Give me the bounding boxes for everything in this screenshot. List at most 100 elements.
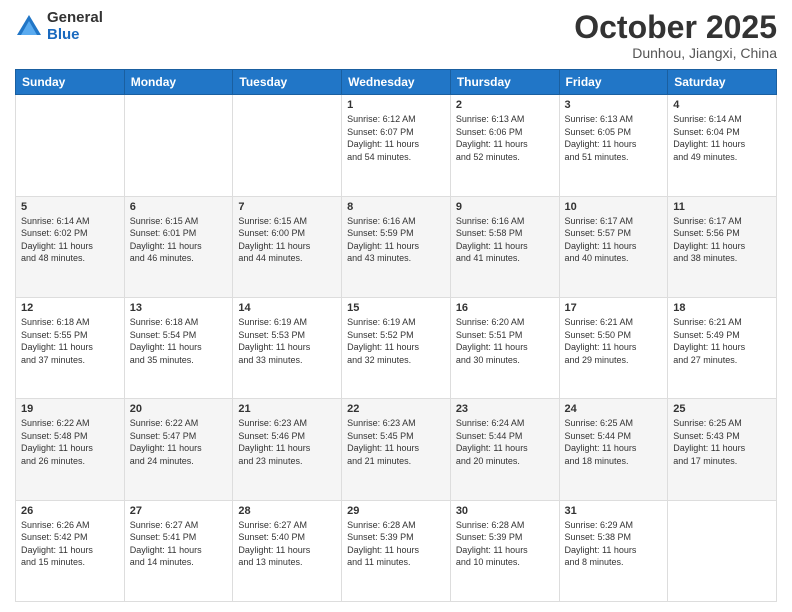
- month-title: October 2025: [574, 10, 777, 45]
- day-header-monday: Monday: [124, 70, 233, 95]
- day-number: 14: [238, 302, 336, 314]
- logo-text: General Blue: [47, 10, 103, 43]
- calendar-cell: 13 Sunrise: 6:18 AM Sunset: 5:54 PM Dayli…: [124, 297, 233, 398]
- day-number: 21: [238, 403, 336, 415]
- day-header-thursday: Thursday: [450, 70, 559, 95]
- day-header-friday: Friday: [559, 70, 668, 95]
- cell-content: Sunrise: 6:19 AM Sunset: 5:53 PM Dayligh…: [238, 316, 336, 366]
- day-header-tuesday: Tuesday: [233, 70, 342, 95]
- day-number: 16: [456, 302, 554, 314]
- calendar-cell: 8 Sunrise: 6:16 AM Sunset: 5:59 PM Daylig…: [342, 196, 451, 297]
- day-number: 18: [673, 302, 771, 314]
- calendar-table: SundayMondayTuesdayWednesdayThursdayFrid…: [15, 69, 777, 602]
- cell-content: Sunrise: 6:17 AM Sunset: 5:57 PM Dayligh…: [565, 215, 663, 265]
- day-number: 17: [565, 302, 663, 314]
- calendar-cell: 23 Sunrise: 6:24 AM Sunset: 5:44 PM Dayli…: [450, 399, 559, 500]
- calendar-cell: 30Sunrise: 6:28 AM Sunset: 5:39 PM Dayli…: [450, 500, 559, 601]
- cell-content: Sunrise: 6:13 AM Sunset: 6:05 PM Dayligh…: [565, 113, 663, 163]
- calendar-cell: [668, 500, 777, 601]
- calendar-cell: 3Sunrise: 6:13 AM Sunset: 6:05 PM Daylig…: [559, 95, 668, 196]
- calendar-cell: 27Sunrise: 6:27 AM Sunset: 5:41 PM Dayli…: [124, 500, 233, 601]
- calendar-cell: 17Sunrise: 6:21 AM Sunset: 5:50 PM Dayli…: [559, 297, 668, 398]
- day-number: 24: [565, 403, 663, 415]
- week-row-4: 19 Sunrise: 6:22 AM Sunset: 5:48 PM Dayli…: [16, 399, 777, 500]
- calendar-cell: 22 Sunrise: 6:23 AM Sunset: 5:45 PM Dayli…: [342, 399, 451, 500]
- day-number: 1: [347, 99, 445, 111]
- calendar-cell: 6Sunrise: 6:15 AM Sunset: 6:01 PM Daylig…: [124, 196, 233, 297]
- day-number: 15: [347, 302, 445, 314]
- calendar-cell: 28Sunrise: 6:27 AM Sunset: 5:40 PM Dayli…: [233, 500, 342, 601]
- day-header-wednesday: Wednesday: [342, 70, 451, 95]
- calendar-cell: 7 Sunrise: 6:15 AM Sunset: 6:00 PM Daylig…: [233, 196, 342, 297]
- cell-content: Sunrise: 6:25 AM Sunset: 5:43 PM Dayligh…: [673, 417, 771, 467]
- cell-content: Sunrise: 6:18 AM Sunset: 5:54 PM Dayligh…: [130, 316, 228, 366]
- calendar-cell: 18 Sunrise: 6:21 AM Sunset: 5:49 PM Dayli…: [668, 297, 777, 398]
- calendar-cell: 26Sunrise: 6:26 AM Sunset: 5:42 PM Dayli…: [16, 500, 125, 601]
- cell-content: Sunrise: 6:20 AM Sunset: 5:51 PM Dayligh…: [456, 316, 554, 366]
- cell-content: Sunrise: 6:24 AM Sunset: 5:44 PM Dayligh…: [456, 417, 554, 467]
- page: General Blue October 2025 Dunhou, Jiangx…: [0, 0, 792, 612]
- calendar-cell: 5Sunrise: 6:14 AM Sunset: 6:02 PM Daylig…: [16, 196, 125, 297]
- cell-content: Sunrise: 6:16 AM Sunset: 5:59 PM Dayligh…: [347, 215, 445, 265]
- day-number: 9: [456, 201, 554, 213]
- calendar-cell: 12 Sunrise: 6:18 AM Sunset: 5:55 PM Dayli…: [16, 297, 125, 398]
- cell-content: Sunrise: 6:16 AM Sunset: 5:58 PM Dayligh…: [456, 215, 554, 265]
- cell-content: Sunrise: 6:15 AM Sunset: 6:01 PM Dayligh…: [130, 215, 228, 265]
- calendar-cell: [233, 95, 342, 196]
- calendar-cell: 11 Sunrise: 6:17 AM Sunset: 5:56 PM Dayli…: [668, 196, 777, 297]
- calendar-cell: [124, 95, 233, 196]
- day-number: 8: [347, 201, 445, 213]
- location-subtitle: Dunhou, Jiangxi, China: [574, 45, 777, 61]
- cell-content: Sunrise: 6:28 AM Sunset: 5:39 PM Dayligh…: [347, 519, 445, 569]
- week-row-3: 12 Sunrise: 6:18 AM Sunset: 5:55 PM Dayli…: [16, 297, 777, 398]
- calendar-cell: 16 Sunrise: 6:20 AM Sunset: 5:51 PM Dayli…: [450, 297, 559, 398]
- week-row-5: 26Sunrise: 6:26 AM Sunset: 5:42 PM Dayli…: [16, 500, 777, 601]
- calendar-cell: 21 Sunrise: 6:23 AM Sunset: 5:46 PM Dayli…: [233, 399, 342, 500]
- day-number: 26: [21, 505, 119, 517]
- cell-content: Sunrise: 6:15 AM Sunset: 6:00 PM Dayligh…: [238, 215, 336, 265]
- calendar-cell: [16, 95, 125, 196]
- day-number: 12: [21, 302, 119, 314]
- calendar-cell: 2 Sunrise: 6:13 AM Sunset: 6:06 PM Daylig…: [450, 95, 559, 196]
- cell-content: Sunrise: 6:13 AM Sunset: 6:06 PM Dayligh…: [456, 113, 554, 163]
- calendar-cell: 25Sunrise: 6:25 AM Sunset: 5:43 PM Dayli…: [668, 399, 777, 500]
- day-number: 11: [673, 201, 771, 213]
- day-header-sunday: Sunday: [16, 70, 125, 95]
- day-number: 22: [347, 403, 445, 415]
- header: General Blue October 2025 Dunhou, Jiangx…: [15, 10, 777, 61]
- days-header-row: SundayMondayTuesdayWednesdayThursdayFrid…: [16, 70, 777, 95]
- day-number: 19: [21, 403, 119, 415]
- cell-content: Sunrise: 6:14 AM Sunset: 6:04 PM Dayligh…: [673, 113, 771, 163]
- cell-content: Sunrise: 6:19 AM Sunset: 5:52 PM Dayligh…: [347, 316, 445, 366]
- logo-general: General: [47, 10, 103, 27]
- title-block: October 2025 Dunhou, Jiangxi, China: [574, 10, 777, 61]
- cell-content: Sunrise: 6:22 AM Sunset: 5:48 PM Dayligh…: [21, 417, 119, 467]
- day-number: 23: [456, 403, 554, 415]
- cell-content: Sunrise: 6:21 AM Sunset: 5:49 PM Dayligh…: [673, 316, 771, 366]
- day-number: 13: [130, 302, 228, 314]
- day-number: 7: [238, 201, 336, 213]
- calendar-cell: 19 Sunrise: 6:22 AM Sunset: 5:48 PM Dayli…: [16, 399, 125, 500]
- cell-content: Sunrise: 6:18 AM Sunset: 5:55 PM Dayligh…: [21, 316, 119, 366]
- logo-blue-text: Blue: [47, 27, 103, 44]
- cell-content: Sunrise: 6:28 AM Sunset: 5:39 PM Dayligh…: [456, 519, 554, 569]
- day-number: 28: [238, 505, 336, 517]
- cell-content: Sunrise: 6:23 AM Sunset: 5:45 PM Dayligh…: [347, 417, 445, 467]
- calendar-cell: 20Sunrise: 6:22 AM Sunset: 5:47 PM Dayli…: [124, 399, 233, 500]
- calendar-cell: 9 Sunrise: 6:16 AM Sunset: 5:58 PM Daylig…: [450, 196, 559, 297]
- day-number: 2: [456, 99, 554, 111]
- day-number: 29: [347, 505, 445, 517]
- calendar-cell: 24Sunrise: 6:25 AM Sunset: 5:44 PM Dayli…: [559, 399, 668, 500]
- week-row-2: 5Sunrise: 6:14 AM Sunset: 6:02 PM Daylig…: [16, 196, 777, 297]
- cell-content: Sunrise: 6:23 AM Sunset: 5:46 PM Dayligh…: [238, 417, 336, 467]
- cell-content: Sunrise: 6:29 AM Sunset: 5:38 PM Dayligh…: [565, 519, 663, 569]
- calendar-cell: 4 Sunrise: 6:14 AM Sunset: 6:04 PM Daylig…: [668, 95, 777, 196]
- cell-content: Sunrise: 6:17 AM Sunset: 5:56 PM Dayligh…: [673, 215, 771, 265]
- cell-content: Sunrise: 6:22 AM Sunset: 5:47 PM Dayligh…: [130, 417, 228, 467]
- day-header-saturday: Saturday: [668, 70, 777, 95]
- day-number: 4: [673, 99, 771, 111]
- day-number: 10: [565, 201, 663, 213]
- logo: General Blue: [15, 10, 103, 43]
- day-number: 5: [21, 201, 119, 213]
- calendar-cell: 31Sunrise: 6:29 AM Sunset: 5:38 PM Dayli…: [559, 500, 668, 601]
